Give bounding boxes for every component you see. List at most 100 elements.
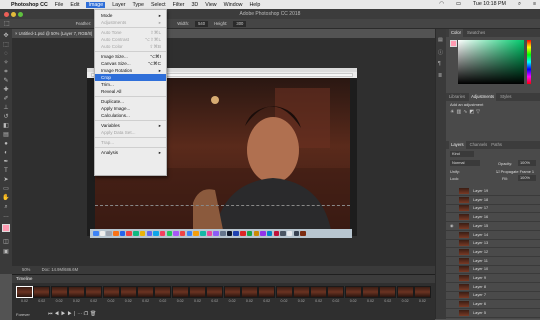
layer-row[interactable]: Layer 5 (446, 309, 540, 318)
tab-adjustments[interactable]: Adjustments (469, 93, 497, 101)
zoom-level[interactable]: 50% (22, 267, 30, 272)
layer-row[interactable]: Layer 11 (446, 257, 540, 266)
fg-color-chip[interactable] (450, 40, 457, 47)
menu-item-canvas-size[interactable]: Canvas Size... ⌥⌘C (95, 60, 166, 67)
timeline-frame[interactable]: 0.02 (379, 286, 397, 310)
layer-row[interactable]: Layer 18 (446, 196, 540, 205)
timeline-frame[interactable]: 0.02 (67, 286, 85, 310)
menu-item-trim[interactable]: Trim... (95, 81, 166, 88)
layer-row[interactable]: Layer 10 (446, 265, 540, 275)
tab-channels[interactable]: Channels (470, 141, 488, 149)
menu-item-image-rotation[interactable]: Image Rotation ▸ (95, 67, 166, 74)
hand-tool-icon[interactable]: ✋ (2, 195, 10, 202)
timeline-frame[interactable]: 0.02 (206, 286, 224, 310)
eraser-tool-icon[interactable]: ◧ (2, 123, 10, 130)
close-window-icon[interactable] (4, 11, 9, 17)
menu-3d[interactable]: 3D (191, 2, 198, 8)
shape-tool-icon[interactable]: ▭ (2, 186, 10, 193)
history-icon[interactable]: ▤ (438, 37, 443, 43)
layer-row[interactable]: Layer 9 (446, 274, 540, 283)
frame-delay[interactable]: 0.02 (16, 299, 33, 303)
quick-mask-icon[interactable]: ◫ (2, 239, 10, 246)
frame-delay[interactable]: 0.02 (68, 299, 85, 303)
timeline-frame[interactable]: 0.02 (362, 286, 379, 310)
frame-delay[interactable]: 0.02 (241, 299, 258, 303)
height-field[interactable]: 300 (233, 20, 247, 27)
screen-mode-icon[interactable]: ▣ (2, 249, 10, 256)
menu-layer[interactable]: Layer (112, 2, 125, 8)
timeline-frame[interactable]: 0.02 (16, 286, 33, 310)
tab-color[interactable]: Color (449, 29, 464, 37)
brush-tool-icon[interactable]: ✐ (2, 96, 10, 103)
frame-delay[interactable]: 0.02 (51, 299, 68, 303)
menu-item-image-size[interactable]: Image Size... ⌥⌘I (95, 53, 166, 60)
frame-delay[interactable]: 0.02 (189, 299, 206, 303)
timeline-frame[interactable]: 0.02 (292, 286, 310, 310)
document-tab[interactable]: × Untitled-1.psd @ 50% (Layer 7, RGB/8) (12, 29, 98, 38)
tab-swatches[interactable]: Swatches (467, 29, 485, 37)
layer-row[interactable]: Layer 14 (446, 231, 540, 240)
blur-tool-icon[interactable]: ● (2, 141, 10, 148)
frame-delay[interactable]: 0.02 (327, 299, 344, 303)
foreground-color-swatch[interactable] (2, 224, 10, 232)
menu-view[interactable]: View (205, 2, 216, 8)
blend-mode-select[interactable]: Normal (450, 160, 480, 166)
marquee-tool-icon[interactable]: ⬚ (2, 42, 10, 49)
menu-item-variables[interactable]: Variables ▸ (95, 122, 166, 129)
pen-tool-icon[interactable]: ✒ (2, 159, 10, 166)
menu-item-analysis[interactable]: Analysis ▸ (95, 149, 166, 156)
info-icon[interactable]: ⓘ (438, 49, 443, 56)
menu-item-apply-image[interactable]: Apply Image... (95, 105, 166, 112)
frame-delay[interactable]: 0.02 (206, 299, 223, 303)
timeline-frame[interactable]: 0.02 (396, 286, 414, 310)
more-tools-icon[interactable]: … (2, 213, 10, 220)
timeline-frame[interactable]: 0.02 (85, 286, 103, 310)
menu-item-mode[interactable]: Mode ▸ (95, 12, 166, 19)
gradient-tool-icon[interactable]: ▤ (2, 132, 10, 139)
menu-file[interactable]: File (55, 2, 64, 8)
frame-delay[interactable]: 0.02 (33, 299, 50, 303)
menu-edit[interactable]: Edit (70, 2, 79, 8)
frame-delay[interactable]: 0.02 (120, 299, 137, 303)
clone-stamp-icon[interactable]: ⊥ (2, 105, 10, 112)
properties-icon[interactable]: ≣ (438, 73, 442, 79)
wifi-icon[interactable]: ◠ (439, 1, 444, 8)
layer-row[interactable]: ◉ Layer 15 (446, 222, 540, 231)
layer-row[interactable]: Layer 7 (446, 291, 540, 301)
frame-delay[interactable]: 0.02 (397, 299, 414, 303)
menu-filter[interactable]: Filter (173, 2, 185, 8)
frame-delay[interactable]: 0.02 (362, 299, 379, 303)
timeline-frame[interactable]: 0.02 (413, 286, 431, 310)
vibrance-icon[interactable]: ▽ (476, 109, 482, 115)
timeline-frame[interactable]: 0.02 (258, 286, 276, 310)
layer-row[interactable]: Layer 8 (446, 283, 540, 292)
timeline-frame[interactable]: 0.02 (171, 286, 189, 310)
timeline-frame[interactable]: 0.02 (275, 286, 293, 310)
search-icon[interactable]: ⌕ (518, 1, 521, 8)
timeline-frame[interactable]: 0.02 (137, 286, 155, 310)
next-frame-icon[interactable]: ▶| (67, 311, 77, 317)
layer-row[interactable]: Layer 6 (446, 300, 540, 310)
frame-delay[interactable]: 0.02 (293, 299, 310, 303)
timeline-frame[interactable]: 0.02 (154, 286, 172, 310)
color-field[interactable] (458, 40, 524, 84)
menu-item-reveal-all[interactable]: Reveal All (95, 88, 166, 95)
timeline-frame[interactable]: 0.02 (119, 286, 137, 310)
layer-row[interactable]: Layer 13 (446, 239, 540, 249)
marquee-tool-icon[interactable]: ⬚ (4, 20, 10, 27)
menu-window[interactable]: Window (224, 2, 243, 8)
opacity-field[interactable]: 100% (518, 160, 536, 166)
menu-type[interactable]: Type (132, 2, 143, 8)
visibility-eye-icon[interactable]: ◉ (450, 222, 453, 230)
eyedropper-icon[interactable]: ✎ (2, 78, 10, 85)
menu-image[interactable]: Image (86, 1, 106, 8)
healing-brush-icon[interactable]: ✚ (2, 87, 10, 94)
timeline-frame[interactable]: 0.02 (344, 286, 362, 310)
width-field[interactable]: 540 (195, 20, 209, 27)
crop-tool-icon[interactable]: ⌗ (2, 69, 10, 76)
menu-help[interactable]: Help (249, 2, 260, 8)
type-tool-icon[interactable]: T (2, 168, 10, 175)
propagate-checkbox[interactable]: ☑ Propagate Frame 1 (496, 169, 534, 174)
menu-item-calculations[interactable]: Calculations... (95, 112, 166, 119)
timeline-frame[interactable]: 0.02 (50, 286, 68, 310)
